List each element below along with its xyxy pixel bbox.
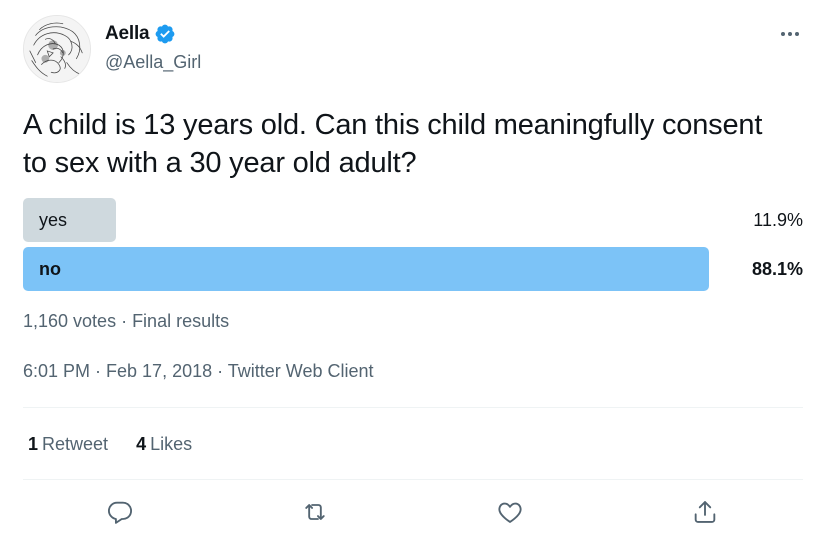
- poll-option-percent: 88.1%: [751, 259, 803, 279]
- avatar[interactable]: [23, 15, 91, 83]
- tweet-text: A child is 13 years old. Can this child …: [23, 109, 763, 179]
- avatar-sketch-image: [24, 16, 90, 82]
- poll-meta: 1,160 votes · Final results: [23, 311, 230, 331]
- poll-option-no: no 88.1%: [23, 247, 803, 291]
- like-icon: [498, 502, 522, 523]
- retweet-button[interactable]: [300, 497, 330, 527]
- reply-button[interactable]: [105, 497, 135, 527]
- handle[interactable]: @Aella_Girl: [105, 52, 201, 73]
- poll-bar: [23, 198, 116, 242]
- retweets-count: 1: [28, 434, 39, 454]
- verified-icon: [154, 23, 176, 45]
- reply-icon: [107, 501, 133, 524]
- poll-option-label: no: [39, 259, 61, 279]
- author-block: Aella @Aella_Girl: [105, 22, 201, 73]
- likes-label: Likes: [150, 434, 193, 454]
- tweet-card: Aella @Aella_Girl A child is 13 years ol…: [0, 0, 816, 541]
- engagement-stats: 1 Retweet 4 Likes: [28, 434, 192, 455]
- name-row: Aella: [105, 22, 201, 46]
- poll-option-percent: 11.9%: [753, 210, 803, 230]
- divider: [23, 407, 803, 408]
- poll-option-yes: yes 11.9%: [23, 198, 803, 242]
- poll-bar: [23, 247, 709, 291]
- timestamp[interactable]: 6:01 PM · Feb 17, 2018 · Twitter Web Cli…: [23, 361, 374, 382]
- divider: [23, 479, 803, 480]
- retweets-label: Retweet: [42, 434, 109, 454]
- share-button[interactable]: [690, 497, 720, 527]
- share-icon: [694, 501, 716, 523]
- display-name[interactable]: Aella: [105, 23, 150, 45]
- likes-count: 4: [136, 434, 147, 454]
- more-icon[interactable]: [774, 20, 806, 48]
- retweets-stat[interactable]: 1 Retweet: [28, 434, 108, 455]
- likes-stat[interactable]: 4 Likes: [136, 434, 192, 455]
- like-button[interactable]: [495, 497, 525, 527]
- retweet-icon: [305, 504, 325, 520]
- poll-option-label: yes: [39, 210, 68, 230]
